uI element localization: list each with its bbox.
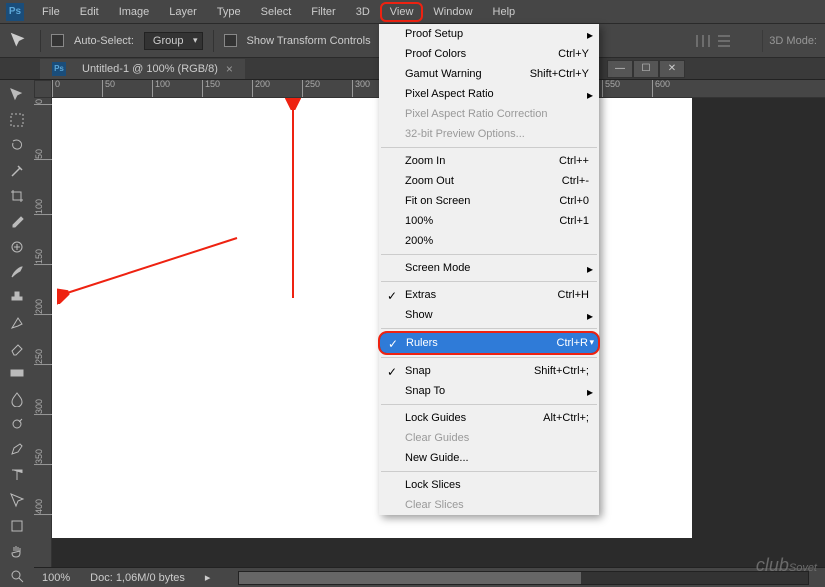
ruler-h-tick: 200 (252, 80, 270, 98)
ruler-h-tick: 150 (202, 80, 220, 98)
menu-item-snap[interactable]: SnapShift+Ctrl+; (379, 361, 599, 381)
auto-select-label: Auto-Select: (74, 35, 134, 47)
h-scrollbar[interactable] (238, 571, 809, 585)
menu-select[interactable]: Select (251, 2, 302, 22)
menu-item-show[interactable]: Show (379, 305, 599, 325)
ruler-v-tick: 150 (34, 248, 52, 265)
document-tab[interactable]: Ps Untitled-1 @ 100% (RGB/8) × (40, 59, 245, 79)
menu-help[interactable]: Help (483, 2, 526, 22)
tab-title: Untitled-1 @ 100% (RGB/8) (82, 63, 218, 75)
history-tool[interactable] (5, 312, 29, 333)
maximize-button[interactable]: ☐ (633, 60, 659, 78)
annotation-arrow-2 (278, 98, 308, 308)
blur-tool[interactable] (5, 388, 29, 409)
doc-size: Doc: 1,06M/0 bytes (90, 572, 185, 584)
eyedrop-tool[interactable] (5, 211, 29, 232)
menu-item-rulers[interactable]: RulersCtrl+R (379, 332, 599, 354)
menu-item-snap-to[interactable]: Snap To (379, 381, 599, 401)
marquee-tool[interactable] (5, 109, 29, 130)
minimize-button[interactable]: — (607, 60, 633, 78)
menu-view[interactable]: View (380, 2, 424, 22)
menu-window[interactable]: Window (423, 2, 482, 22)
menu-item-clear-slices: Clear Slices (379, 495, 599, 515)
heal-tool[interactable] (5, 236, 29, 257)
path-tool[interactable] (5, 490, 29, 511)
menu-item-clear-guides: Clear Guides (379, 428, 599, 448)
menu-item-new-guide-[interactable]: New Guide... (379, 448, 599, 468)
shape-tool[interactable] (5, 515, 29, 536)
lasso-tool[interactable] (5, 135, 29, 156)
ruler-h-tick: 550 (602, 80, 620, 98)
menu-item-pixel-aspect-ratio-correction: Pixel Aspect Ratio Correction (379, 104, 599, 124)
ruler-corner (34, 80, 52, 98)
menu-item-pixel-aspect-ratio[interactable]: Pixel Aspect Ratio (379, 84, 599, 104)
crop-tool[interactable] (5, 185, 29, 206)
ruler-vertical[interactable]: 0 50 100 150 200 250 300 350 400 (34, 98, 52, 567)
menu-filter[interactable]: Filter (301, 2, 345, 22)
brush-tool[interactable] (5, 261, 29, 282)
auto-select-checkbox[interactable] (51, 34, 64, 47)
ruler-h-tick: 300 (352, 80, 370, 98)
pen-tool[interactable] (5, 439, 29, 460)
menu-item-200-[interactable]: 200% (379, 231, 599, 251)
ruler-h-tick: 100 (152, 80, 170, 98)
move-tool[interactable] (5, 84, 29, 105)
menu-item-proof-setup[interactable]: Proof Setup (379, 24, 599, 44)
menu-item-zoom-in[interactable]: Zoom InCtrl++ (379, 151, 599, 171)
ruler-h-tick: 600 (652, 80, 670, 98)
menu-image[interactable]: Image (109, 2, 160, 22)
dodge-tool[interactable] (5, 413, 29, 434)
annotation-arrow-1 (57, 228, 247, 308)
menu-item-gamut-warning[interactable]: Gamut WarningShift+Ctrl+Y (379, 64, 599, 84)
window-buttons: — ☐ ✕ (607, 60, 685, 78)
ruler-v-tick: 300 (34, 398, 52, 415)
view-menu-dropdown: Proof SetupProof ColorsCtrl+YGamut Warni… (379, 24, 599, 515)
status-bar: 100% Doc: 1,06M/0 bytes ▸ (34, 567, 825, 587)
gradient-tool[interactable] (5, 363, 29, 384)
ruler-v-tick: 0 (34, 98, 52, 105)
tools-panel (0, 80, 34, 587)
wand-tool[interactable] (5, 160, 29, 181)
hand-tool[interactable] (5, 540, 29, 561)
transform-label: Show Transform Controls (247, 35, 371, 47)
type-tool[interactable] (5, 464, 29, 485)
close-tab-icon[interactable]: × (226, 62, 233, 76)
menu-item-fit-on-screen[interactable]: Fit on ScreenCtrl+0 (379, 191, 599, 211)
menubar: Ps FileEditImageLayerTypeSelectFilter3DV… (0, 0, 825, 24)
ruler-h-tick: 0 (52, 80, 60, 98)
align-icons[interactable] (696, 33, 756, 49)
menu-item-32-bit-preview-options-: 32-bit Preview Options... (379, 124, 599, 144)
menu-item-lock-guides[interactable]: Lock GuidesAlt+Ctrl+; (379, 408, 599, 428)
group-select[interactable]: Group (144, 32, 203, 50)
eraser-tool[interactable] (5, 337, 29, 358)
close-button[interactable]: ✕ (659, 60, 685, 78)
ruler-v-tick: 100 (34, 198, 52, 215)
ruler-v-tick: 250 (34, 348, 52, 365)
menu-file[interactable]: File (32, 2, 70, 22)
menu-item-screen-mode[interactable]: Screen Mode (379, 258, 599, 278)
ruler-v-tick: 50 (34, 148, 52, 160)
transform-checkbox[interactable] (224, 34, 237, 47)
move-tool-icon (8, 30, 30, 52)
menu-layer[interactable]: Layer (159, 2, 207, 22)
ruler-h-tick: 50 (102, 80, 115, 98)
ruler-h-tick: 250 (302, 80, 320, 98)
3d-mode-label: 3D Mode: (769, 35, 817, 47)
menu-item-proof-colors[interactable]: Proof ColorsCtrl+Y (379, 44, 599, 64)
zoom-tool[interactable] (5, 566, 29, 587)
menu-item-lock-slices[interactable]: Lock Slices (379, 475, 599, 495)
ruler-v-tick: 400 (34, 498, 52, 515)
ruler-v-tick: 350 (34, 448, 52, 465)
menu-item-100-[interactable]: 100%Ctrl+1 (379, 211, 599, 231)
menu-type[interactable]: Type (207, 2, 251, 22)
app-logo[interactable]: Ps (6, 3, 24, 21)
menu-edit[interactable]: Edit (70, 2, 109, 22)
menu-item-zoom-out[interactable]: Zoom OutCtrl+- (379, 171, 599, 191)
menu-item-extras[interactable]: ExtrasCtrl+H (379, 285, 599, 305)
menu-3d[interactable]: 3D (346, 2, 380, 22)
ruler-v-tick: 200 (34, 298, 52, 315)
zoom-level[interactable]: 100% (42, 572, 70, 584)
stamp-tool[interactable] (5, 287, 29, 308)
